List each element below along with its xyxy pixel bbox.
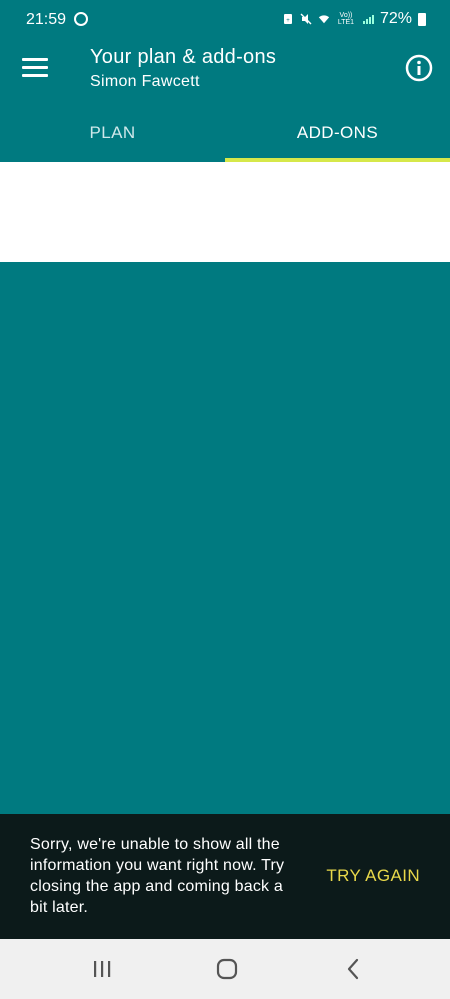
whatsapp-icon xyxy=(74,12,88,26)
battery-saver-icon: + xyxy=(283,14,292,24)
wifi-icon xyxy=(318,15,330,24)
tab-add-ons-label: ADD-ONS xyxy=(296,123,379,142)
home-icon[interactable] xyxy=(212,955,242,983)
status-icons: + Vo)) LTE1 72% xyxy=(282,10,426,28)
battery-icon xyxy=(418,12,426,26)
recent-apps-icon[interactable] xyxy=(87,955,117,983)
info-icon[interactable] xyxy=(405,54,433,82)
battery-percent: 72% xyxy=(379,10,412,27)
svg-text:+: + xyxy=(286,18,290,24)
volte-lte-icon: Vo)) LTE1 xyxy=(337,12,355,26)
system-nav-bar xyxy=(0,939,450,999)
snackbar-message: Sorry, we're unable to show all the info… xyxy=(30,836,285,916)
hamburger-menu-icon[interactable] xyxy=(22,56,48,78)
mute-icon xyxy=(300,13,312,25)
content-header-panel xyxy=(0,162,450,262)
status-bar: 21:59 + Vo)) LTE1 72% xyxy=(0,0,450,40)
try-again-button[interactable]: TRY AGAIN xyxy=(326,866,420,886)
page-subtitle: Simon Fawcett xyxy=(90,73,200,90)
app-bar: Your plan & add-ons Simon Fawcett xyxy=(0,40,450,100)
back-icon[interactable] xyxy=(338,955,368,983)
tab-bar: PLAN ADD-ONS xyxy=(0,100,450,162)
page-title: Your plan & add-ons xyxy=(90,46,277,68)
status-time: 21:59 xyxy=(26,11,67,28)
signal-icon xyxy=(362,15,374,24)
app-bar-titles: Your plan & add-ons Simon Fawcett xyxy=(90,46,276,91)
content-area xyxy=(0,262,450,814)
tab-plan-label: PLAN xyxy=(89,123,136,142)
tab-plan[interactable]: PLAN xyxy=(0,100,225,162)
error-snackbar: Sorry, we're unable to show all the info… xyxy=(0,814,450,939)
tab-add-ons[interactable]: ADD-ONS xyxy=(225,100,450,162)
